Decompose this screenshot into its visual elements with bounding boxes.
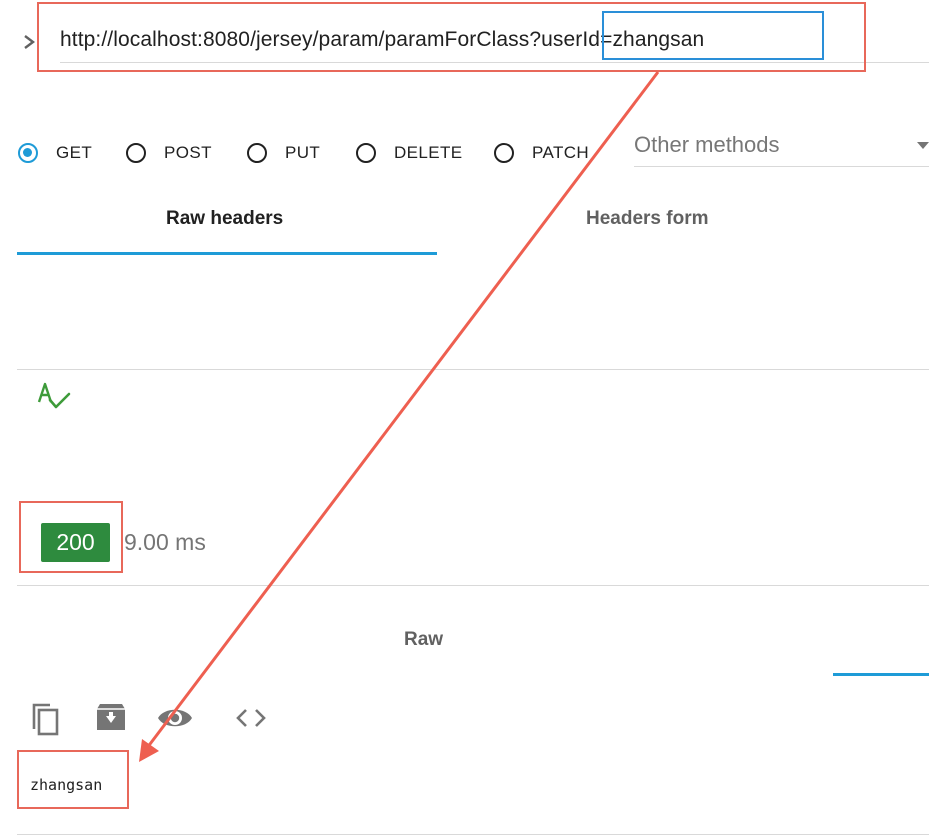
spellcheck-icon[interactable] <box>36 380 72 414</box>
tab-raw-response[interactable]: Raw <box>404 629 443 651</box>
tab-headers-form[interactable]: Headers form <box>586 208 709 230</box>
response-highlight-box <box>17 750 129 809</box>
other-methods-label: Other methods <box>634 132 780 157</box>
method-label: PUT <box>285 143 321 162</box>
radio-unchecked-icon[interactable] <box>126 143 146 163</box>
eye-icon[interactable] <box>157 700 193 736</box>
method-label: PATCH <box>532 143 590 162</box>
radio-unchecked-icon[interactable] <box>494 143 514 163</box>
copy-icon[interactable] <box>29 700 65 736</box>
bottom-divider <box>17 834 929 835</box>
method-patch-radio[interactable]: PATCH <box>494 140 589 166</box>
dropdown-caret-icon[interactable] <box>917 142 929 149</box>
method-get-radio[interactable]: GET <box>18 140 92 166</box>
annotation-arrow-icon <box>139 71 660 762</box>
active-tab-indicator <box>833 673 929 676</box>
query-param-highlight-box <box>602 11 824 60</box>
radio-unchecked-icon[interactable] <box>356 143 376 163</box>
status-highlight-box <box>19 501 123 573</box>
status-divider <box>17 585 929 586</box>
method-label: POST <box>164 143 212 162</box>
active-tab-indicator <box>17 252 437 255</box>
headers-editor-divider <box>17 369 929 370</box>
method-post-radio[interactable]: POST <box>126 140 212 166</box>
method-put-radio[interactable]: PUT <box>247 140 320 166</box>
radio-checked-icon[interactable] <box>18 143 38 163</box>
method-label: DELETE <box>394 143 463 162</box>
radio-unchecked-icon[interactable] <box>247 143 267 163</box>
other-methods-select[interactable]: Other methods <box>634 128 929 167</box>
response-timing: 9.00 ms <box>124 529 206 555</box>
method-label: GET <box>56 143 93 162</box>
tab-raw-headers[interactable]: Raw headers <box>166 208 283 230</box>
save-icon[interactable] <box>93 700 129 736</box>
method-delete-radio[interactable]: DELETE <box>356 140 463 166</box>
code-icon[interactable] <box>233 700 269 736</box>
